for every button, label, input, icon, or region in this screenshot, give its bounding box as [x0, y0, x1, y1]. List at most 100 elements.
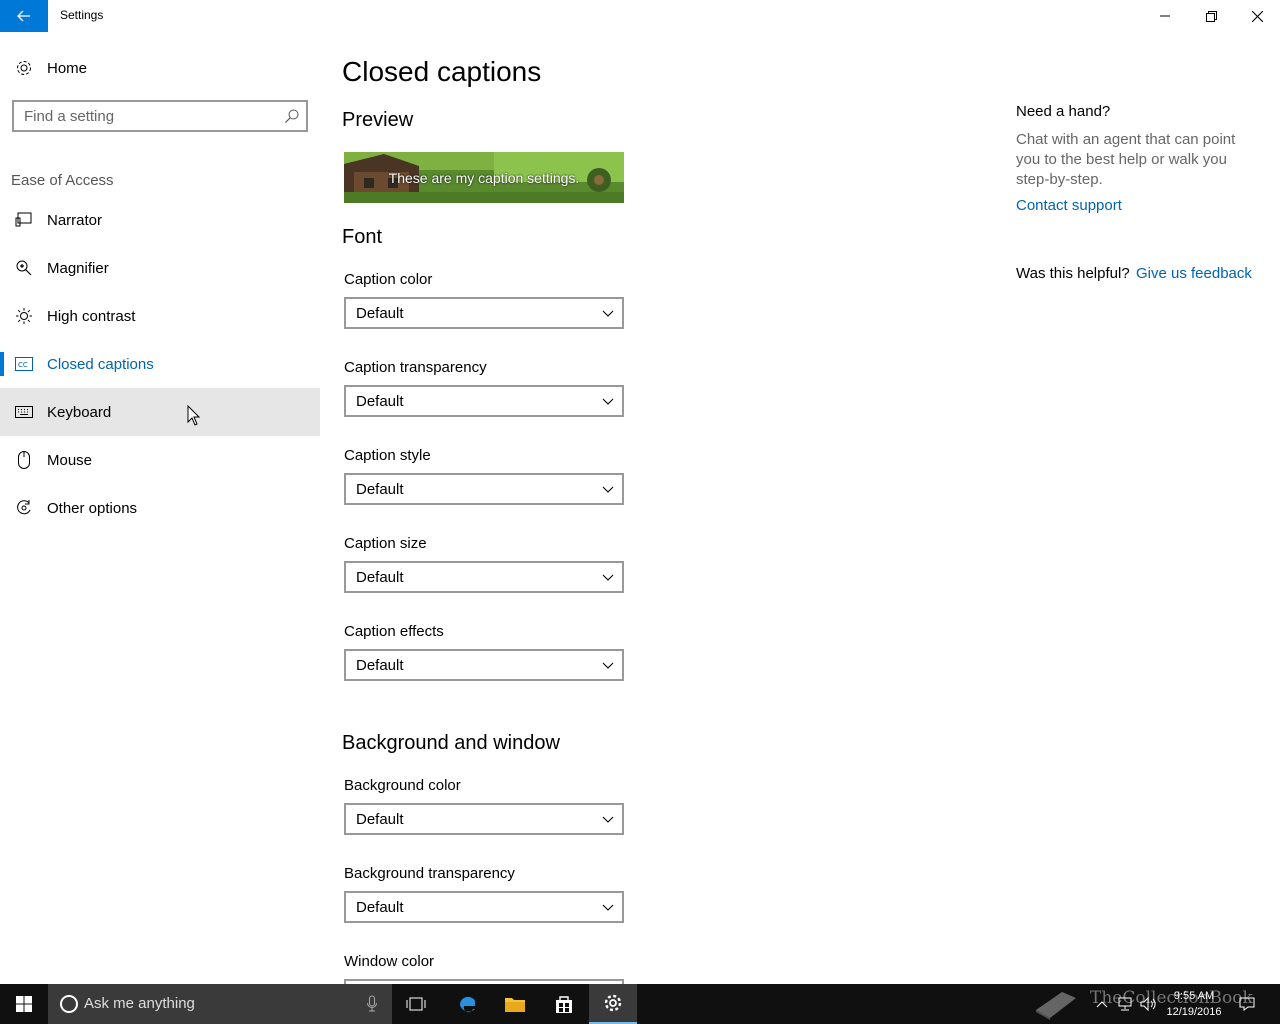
- background-color-dropdown[interactable]: Default: [344, 803, 624, 835]
- sidebar-item-label: Other options: [47, 499, 138, 517]
- chevron-down-icon: [602, 574, 614, 581]
- section-label-ease-of-access: Ease of Access: [11, 172, 114, 189]
- arrow-left-icon: [17, 10, 30, 22]
- caption-style-dropdown[interactable]: Default: [344, 473, 624, 505]
- restore-icon: [1205, 10, 1217, 22]
- dropdown-value: Default: [356, 811, 404, 828]
- home-label: Home: [47, 59, 88, 77]
- background-transparency-label: Background transparency: [344, 865, 515, 882]
- give-feedback-link[interactable]: Give us feedback: [1136, 265, 1252, 282]
- background-heading: Background and window: [342, 732, 560, 754]
- sidebar-item-mouse[interactable]: Mouse: [0, 436, 320, 484]
- volume-icon: [1140, 997, 1156, 1011]
- closed-captions-icon: CC: [14, 354, 34, 374]
- folder-icon: [505, 998, 525, 1012]
- caption-size-dropdown[interactable]: Default: [344, 561, 624, 593]
- sidebar-item-other-options[interactable]: Other options: [0, 484, 320, 532]
- search-icon[interactable]: [284, 108, 300, 124]
- taskbar: Ask me anything TheCollectionBook 9:55 A…: [0, 984, 1280, 1024]
- edge-browser-button[interactable]: [443, 984, 491, 1024]
- sidebar-item-closed-captions[interactable]: CC Closed captions: [0, 340, 320, 388]
- help-title: Need a hand?: [1016, 103, 1111, 120]
- caption-size-label: Caption size: [344, 535, 427, 552]
- sidebar-item-keyboard[interactable]: Keyboard: [0, 388, 320, 436]
- gear-icon: [604, 994, 622, 1012]
- caption-transparency-dropdown[interactable]: Default: [344, 385, 624, 417]
- store-button[interactable]: [540, 984, 588, 1024]
- helpful-question: Was this helpful?: [1016, 265, 1130, 282]
- microphone-icon[interactable]: [366, 995, 378, 1013]
- caption-effects-dropdown[interactable]: Default: [344, 649, 624, 681]
- watermark-logo: [1030, 984, 1080, 1024]
- chevron-up-icon: [1096, 1001, 1108, 1008]
- minimize-button[interactable]: [1142, 0, 1188, 32]
- settings-search-input[interactable]: [24, 102, 284, 130]
- sidebar-item-label: Magnifier: [47, 259, 109, 277]
- background-color-label: Background color: [344, 777, 461, 794]
- background-transparency-dropdown[interactable]: Default: [344, 891, 624, 923]
- dropdown-value: Default: [356, 393, 404, 410]
- windows-logo-icon: [16, 996, 32, 1012]
- chevron-down-icon: [602, 310, 614, 317]
- dropdown-value: Default: [356, 569, 404, 586]
- chevron-down-icon: [602, 816, 614, 823]
- close-button[interactable]: [1234, 0, 1280, 32]
- caption-color-dropdown[interactable]: Default: [344, 297, 624, 329]
- network-button[interactable]: [1114, 984, 1136, 1024]
- sidebar-item-label: Closed captions: [47, 355, 154, 373]
- file-explorer-button[interactable]: [491, 984, 539, 1024]
- mouse-cursor-icon: [187, 405, 201, 426]
- sidebar-item-label: Mouse: [47, 451, 93, 469]
- close-icon: [1251, 10, 1263, 22]
- chevron-down-icon: [602, 662, 614, 669]
- dropdown-value: Default: [356, 481, 404, 498]
- show-hidden-icons-button[interactable]: [1092, 984, 1112, 1024]
- volume-button[interactable]: [1138, 984, 1160, 1024]
- clock-date: 12/19/2016: [1166, 1006, 1222, 1018]
- dropdown-value: Default: [356, 305, 404, 322]
- task-view-button[interactable]: [392, 984, 440, 1024]
- window-color-label: Window color: [344, 953, 435, 970]
- sidebar-item-magnifier[interactable]: Magnifier: [0, 244, 320, 292]
- dropdown-value: Default: [356, 657, 404, 674]
- gear-icon: [14, 58, 34, 78]
- sidebar-item-narrator[interactable]: Narrator: [0, 196, 320, 244]
- back-button[interactable]: [0, 0, 48, 32]
- task-view-icon: [406, 997, 426, 1011]
- high-contrast-icon: [14, 306, 34, 326]
- cortana-search-box[interactable]: Ask me anything: [48, 984, 392, 1024]
- minimize-icon: [1160, 15, 1170, 17]
- chevron-down-icon: [602, 904, 614, 911]
- contact-support-link[interactable]: Contact support: [1016, 197, 1122, 214]
- window-title: Settings: [60, 8, 104, 22]
- cortana-placeholder: Ask me anything: [84, 995, 195, 1012]
- preview-heading: Preview: [342, 109, 414, 131]
- main-content: Closed captions Preview These are my cap…: [320, 32, 1000, 984]
- settings-taskbar-button[interactable]: [589, 984, 637, 1024]
- mouse-icon: [14, 450, 34, 470]
- home-nav-item[interactable]: Home: [0, 44, 320, 92]
- title-bar: Settings: [0, 0, 1280, 32]
- font-heading: Font: [342, 226, 383, 248]
- dropdown-value: Default: [356, 899, 404, 916]
- start-button[interactable]: [0, 984, 48, 1024]
- magnifier-icon: [14, 258, 34, 278]
- cortana-icon: [60, 995, 78, 1013]
- network-icon: [1118, 997, 1132, 1011]
- sidebar-item-label: Keyboard: [47, 403, 112, 421]
- notification-icon: [1239, 997, 1255, 1011]
- caption-transparency-label: Caption transparency: [344, 359, 487, 376]
- caption-effects-label: Caption effects: [344, 623, 444, 640]
- edge-icon: [459, 996, 475, 1013]
- store-icon: [556, 996, 572, 1013]
- page-title: Closed captions: [342, 56, 542, 87]
- sidebar-item-high-contrast[interactable]: High contrast: [0, 292, 320, 340]
- system-clock[interactable]: 9:55 AM 12/19/2016: [1158, 988, 1230, 1020]
- action-center-button[interactable]: [1236, 984, 1258, 1024]
- help-body: Chat with an agent that can point you to…: [1016, 131, 1236, 188]
- caption-style-label: Caption style: [344, 447, 431, 464]
- keyboard-icon: [14, 402, 34, 422]
- restore-button[interactable]: [1188, 0, 1234, 32]
- caption-preview: These are my caption settings.: [344, 152, 624, 203]
- clock-time: 9:55 AM: [1173, 990, 1215, 1002]
